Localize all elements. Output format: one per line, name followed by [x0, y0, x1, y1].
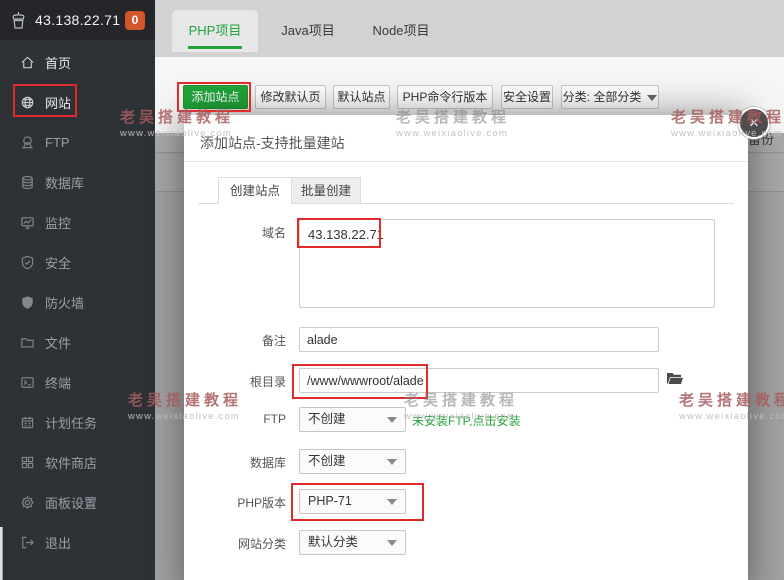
chevron-down-icon [387, 417, 397, 423]
folder-open-icon[interactable] [666, 371, 684, 386]
tab-java-project[interactable]: Java项目 [275, 10, 341, 52]
ftp-select[interactable]: 不创建 [299, 407, 406, 432]
chevron-down-icon [387, 499, 397, 505]
tab-node-project[interactable]: Node项目 [365, 10, 437, 52]
tab-php-project[interactable]: PHP项目 [172, 10, 258, 52]
shield-check-icon [21, 255, 34, 269]
logout-icon [22, 536, 34, 548]
sidebar-item-ftp[interactable]: FTP [0, 122, 155, 162]
sidebar-item-cron[interactable]: 计划任务 [0, 402, 155, 442]
tab-batch-create[interactable]: 批量创建 [291, 177, 361, 204]
root-dir-input[interactable] [299, 368, 659, 393]
category-filter-dropdown[interactable]: 分类: 全部分类 [561, 85, 659, 109]
sidebar-item-files[interactable]: 文件 [0, 322, 155, 362]
domain-label: 域名 [261, 226, 286, 240]
monitor-icon [21, 216, 34, 229]
firewall-shield-icon [22, 295, 33, 309]
note-label: 备注 [261, 334, 286, 348]
ftp-label: FTP [263, 412, 286, 426]
note-input[interactable] [299, 327, 659, 352]
root-dir-label: 根目录 [249, 375, 286, 389]
site-category-select[interactable]: 默认分类 [299, 530, 406, 555]
ftp-server-icon [22, 135, 33, 148]
calendar-icon [21, 416, 34, 428]
modal-close-button[interactable]: × [738, 107, 770, 139]
modify-default-page-button[interactable]: 修改默认页 [255, 85, 326, 109]
active-tab-underline [188, 46, 242, 49]
divider [184, 161, 748, 162]
home-icon [21, 56, 34, 68]
globe-icon [21, 96, 34, 108]
server-ip[interactable]: 43.138.22.71 [35, 12, 120, 28]
sidebar-header: 43.138.22.71 0 [0, 0, 155, 40]
add-site-button[interactable]: 添加站点 [183, 85, 248, 109]
bt-panel-logo-icon [12, 11, 25, 29]
sidebar-item-settings[interactable]: 面板设置 [0, 482, 155, 522]
gear-icon [21, 495, 34, 509]
security-settings-button[interactable]: 安全设置 [501, 85, 553, 109]
appstore-grid-icon [21, 456, 34, 468]
database-select[interactable]: 不创建 [299, 449, 406, 474]
database-label: 数据库 [249, 456, 286, 470]
popup-edge-fragment [0, 527, 3, 580]
sidebar-item-security[interactable]: 安全 [0, 242, 155, 282]
folder-icon [21, 337, 34, 347]
sidebar-item-firewall[interactable]: 防火墙 [0, 282, 155, 322]
project-tabbar: PHP项目 Java项目 Node项目 [155, 0, 784, 57]
php-cli-version-button[interactable]: PHP命令行版本 [397, 85, 493, 109]
sidebar-item-monitor[interactable]: 监控 [0, 202, 155, 242]
chevron-down-icon [387, 459, 397, 465]
sidebar-item-website[interactable]: 网站 [0, 82, 155, 122]
sidebar-item-database[interactable]: 数据库 [0, 162, 155, 202]
default-site-button[interactable]: 默认站点 [333, 85, 390, 109]
site-category-label: 网站分类 [237, 537, 286, 551]
sidebar-item-logout[interactable]: 退出 [0, 522, 155, 562]
modal-title: 添加站点-支持批量建站 [200, 135, 345, 151]
sidebar: 43.138.22.71 0 首页 网站 FTP 数据库 监控 安全 防火墙 文… [0, 0, 155, 580]
sidebar-item-home[interactable]: 首页 [0, 42, 155, 82]
message-count-badge[interactable]: 0 [125, 10, 145, 30]
php-version-label: PHP版本 [237, 496, 286, 510]
terminal-icon [21, 376, 34, 388]
tab-create-site[interactable]: 创建站点 [218, 177, 292, 204]
sidebar-nav: 首页 网站 FTP 数据库 监控 安全 防火墙 文件 终端 计划任务 软件商店 … [0, 42, 155, 562]
chevron-down-icon [647, 94, 658, 101]
sidebar-item-terminal[interactable]: 终端 [0, 362, 155, 402]
domain-input[interactable]: 43.138.22.71 [299, 219, 715, 308]
chevron-down-icon [387, 540, 397, 546]
sidebar-item-appstore[interactable]: 软件商店 [0, 442, 155, 482]
add-site-modal: 添加站点-支持批量建站 创建站点 批量创建 域名 43.138.22.71 备注… [184, 115, 748, 580]
screen: 43.138.22.71 0 首页 网站 FTP 数据库 监控 安全 防火墙 文… [0, 0, 784, 580]
close-icon: × [749, 113, 759, 132]
php-version-select[interactable]: PHP-71 [299, 489, 406, 514]
database-icon [22, 175, 33, 189]
install-ftp-link[interactable]: 未安装FTP,点击安装 [412, 412, 520, 429]
